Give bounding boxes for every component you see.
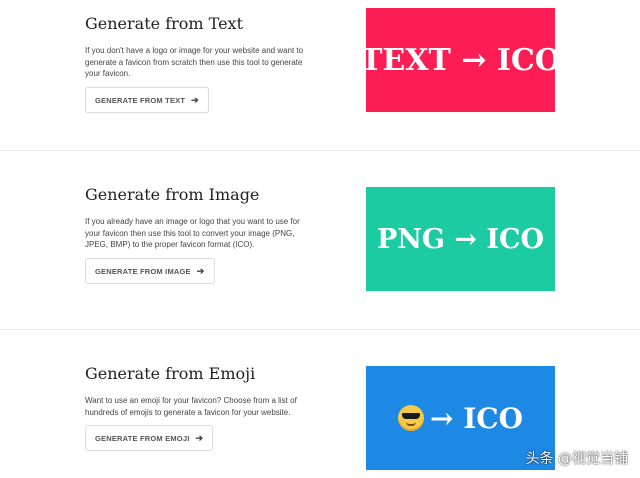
section-title: Generate from Emoji xyxy=(85,364,256,383)
arrow-right-icon: ➔ xyxy=(191,94,199,105)
section-description: If you don't have a logo or image for yo… xyxy=(85,46,304,78)
section-description: Want to use an emoji for your favicon? C… xyxy=(85,396,297,417)
arrow-right-icon: ➔ xyxy=(196,265,205,276)
section-divider xyxy=(0,329,640,330)
section-description: If you already have an image or logo tha… xyxy=(85,217,300,249)
generate-from-text-button[interactable]: GENERATE FROM TEXT ➔ xyxy=(85,87,209,113)
button-label: GENERATE FROM EMOJI xyxy=(95,433,190,443)
watermark-text: 头条 @视觉当铺 xyxy=(525,451,628,467)
section-title: Generate from Text xyxy=(85,14,244,33)
sunglasses-emoji-icon xyxy=(398,405,424,431)
png-to-ico-banner: PNG → ICO xyxy=(366,187,555,291)
generate-from-emoji-button[interactable]: GENERATE FROM EMOJI ➔ xyxy=(85,425,214,451)
arrow-right-icon: ➔ xyxy=(195,432,204,443)
generate-from-image-button[interactable]: GENERATE FROM IMAGE ➔ xyxy=(85,258,215,284)
section-divider xyxy=(0,150,640,151)
button-label: GENERATE FROM IMAGE xyxy=(95,266,191,276)
button-label: GENERATE FROM TEXT xyxy=(95,95,186,105)
banner-label: PNG → ICO xyxy=(376,223,545,255)
banner-label: TEXT → ICO xyxy=(360,42,561,78)
text-to-ico-banner: TEXT → ICO xyxy=(360,8,561,112)
section-title: Generate from Image xyxy=(85,185,260,204)
banner-label: → ICO xyxy=(430,401,523,435)
